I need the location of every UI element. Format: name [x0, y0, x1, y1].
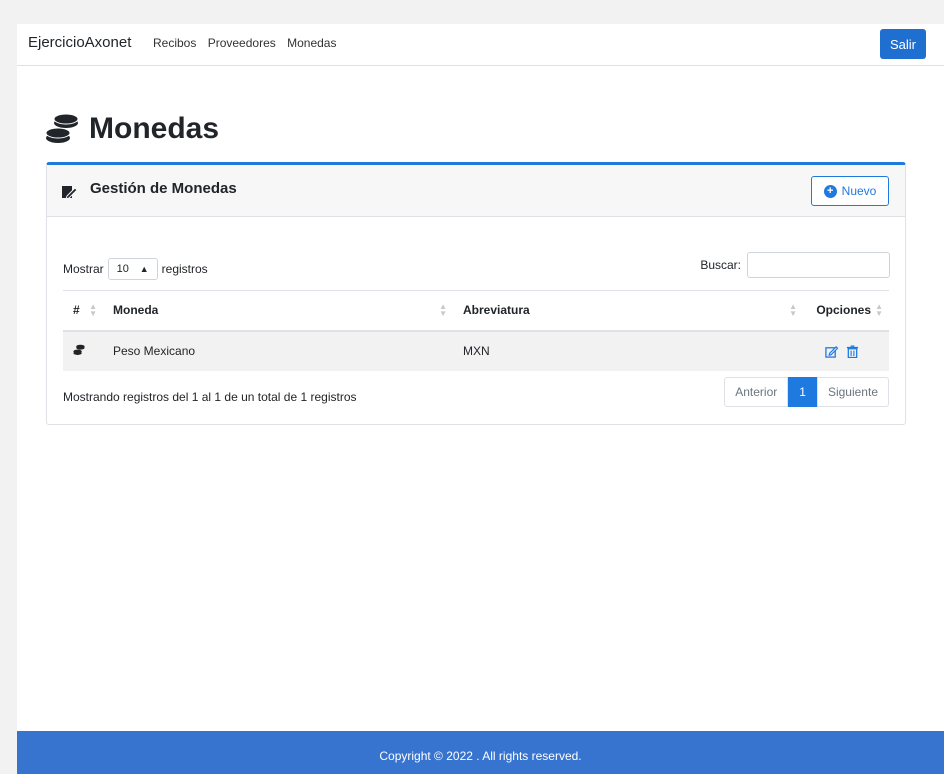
table-row: Peso Mexicano MXN	[63, 330, 889, 371]
select-caret-icon: ▲	[139, 264, 149, 274]
sort-icon: ▲ ▼	[439, 302, 447, 318]
trash-icon[interactable]	[846, 344, 859, 358]
edit-icon[interactable]	[825, 345, 838, 358]
search-label: Buscar:	[700, 258, 741, 272]
col-header-number[interactable]: # ▲ ▼	[63, 290, 103, 332]
col-header-abreviatura[interactable]: Abreviatura ▲ ▼	[453, 290, 803, 332]
page-button-1[interactable]: 1	[788, 377, 817, 407]
card-header: Gestión de Monedas + Nuevo	[47, 165, 905, 217]
length-select[interactable]: 10 ▲	[107, 258, 158, 280]
search-input[interactable]	[747, 252, 890, 278]
nav-links: Recibos Proveedores Monedas	[153, 36, 344, 50]
sort-icon: ▲ ▼	[789, 302, 797, 318]
sort-icon: ▲ ▼	[89, 302, 97, 318]
next-page-button[interactable]: Siguiente	[816, 377, 889, 407]
pagination: Anterior 1 Siguiente	[724, 377, 889, 407]
site-footer: Copyright © 2022 . All rights reserved.	[17, 731, 944, 774]
edit-document-icon	[62, 186, 77, 199]
card-title: Gestión de Monedas	[90, 180, 237, 197]
records-label: registros	[161, 262, 208, 276]
length-value: 10	[116, 263, 129, 275]
cell-moneda: Peso Mexicano	[103, 330, 453, 371]
coins-icon	[45, 113, 79, 143]
nav-link-recibos[interactable]: Recibos	[153, 36, 196, 50]
nav-link-monedas[interactable]: Monedas	[287, 36, 336, 50]
cell-opciones	[803, 330, 889, 371]
new-currency-button[interactable]: + Nuevo	[811, 176, 889, 206]
page: EjercicioAxonet Recibos Proveedores Mone…	[17, 24, 944, 774]
length-control: Mostrar 10 ▲ registros	[63, 258, 208, 280]
prev-page-button[interactable]: Anterior	[724, 377, 789, 407]
plus-circle-icon: +	[823, 184, 837, 198]
page-heading: Monedas	[89, 112, 220, 145]
nav-link-proveedores[interactable]: Proveedores	[208, 36, 276, 50]
search-control: Buscar:	[700, 252, 890, 278]
sort-icon: ▲ ▼	[875, 302, 883, 318]
coins-icon	[73, 344, 85, 355]
table-header-row: # ▲ ▼ Moneda ▲ ▼ Abreviatura ▲ ▼ Opciones ▲…	[63, 290, 889, 332]
col-header-opciones[interactable]: Opciones ▲ ▼	[803, 290, 889, 332]
copyright-text: Copyright © 2022 . All rights reserved.	[379, 749, 582, 763]
logout-button[interactable]: Salir	[880, 29, 926, 59]
currency-card: Gestión de Monedas + Nuevo Mostrar 10 ▲ …	[46, 162, 906, 425]
brand-link[interactable]: EjercicioAxonet	[28, 34, 131, 51]
cell-abreviatura: MXN	[453, 330, 803, 371]
show-label: Mostrar	[63, 262, 104, 276]
col-header-moneda[interactable]: Moneda ▲ ▼	[103, 290, 453, 332]
table-info: Mostrando registros del 1 al 1 de un tot…	[63, 390, 357, 404]
row-icon-cell	[63, 330, 103, 371]
page-title: Monedas	[45, 112, 219, 146]
navbar: EjercicioAxonet Recibos Proveedores Mone…	[17, 24, 944, 66]
currency-table: # ▲ ▼ Moneda ▲ ▼ Abreviatura ▲ ▼ Opciones ▲…	[63, 290, 889, 371]
new-button-label: Nuevo	[841, 184, 877, 198]
